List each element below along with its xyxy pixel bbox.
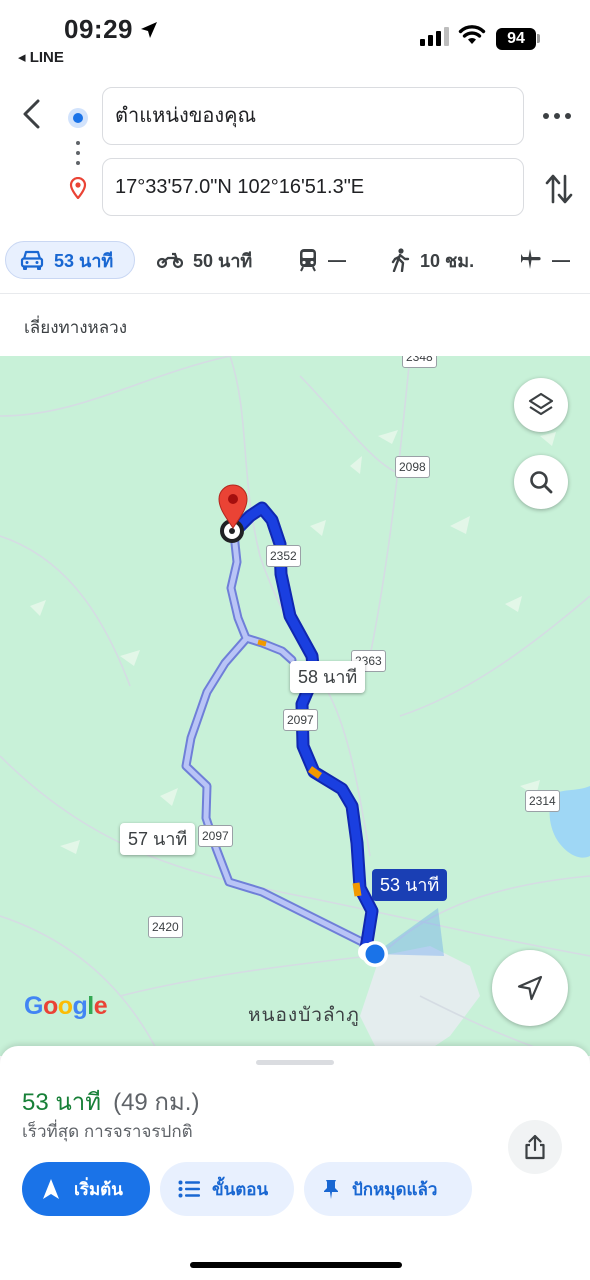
map-canvas — [0, 356, 590, 1056]
map-view[interactable]: 2348 2098 2352 2363 2097 2314 2097 2420 … — [0, 356, 590, 1056]
route-distance: (49 กม.) — [113, 1089, 200, 1116]
search-icon — [530, 471, 553, 494]
flight-icon — [521, 249, 541, 269]
tab-flight-label: — — [552, 249, 570, 270]
tab-motorcycle-label: 50 นาที — [193, 250, 253, 271]
more-options-button[interactable] — [540, 104, 574, 128]
layers-icon — [528, 392, 554, 416]
location-arrow-icon — [141, 22, 157, 38]
tab-drive[interactable]: 53 นาที — [5, 241, 135, 279]
start-label: เริ่มต้น — [74, 1179, 123, 1199]
origin-input[interactable]: ตำแหน่งของคุณ — [102, 87, 524, 145]
transit-icon — [300, 249, 316, 272]
pin-icon — [324, 1180, 338, 1199]
walk-icon — [391, 248, 410, 272]
road-shield: 2097 — [198, 825, 233, 847]
tab-walk-label: 10 ชม. — [420, 250, 475, 271]
road-shield: 2097 — [283, 709, 318, 731]
start-navigation-button[interactable]: เริ่มต้น — [22, 1162, 150, 1216]
road-shield: 2352 — [266, 545, 301, 567]
google-logo: Google — [24, 992, 108, 1020]
back-to-app-link[interactable]: ◂ LINE — [18, 48, 64, 66]
tab-transit[interactable]: — — [298, 241, 346, 279]
battery-indicator: 94 — [496, 28, 536, 50]
alt-route-label[interactable]: 58 นาที — [290, 661, 366, 693]
share-button[interactable] — [508, 1120, 562, 1174]
battery-tip — [537, 34, 540, 43]
swap-endpoints-button[interactable] — [544, 172, 574, 206]
route-dots-icon — [75, 141, 81, 165]
road-shield: 2348 — [402, 356, 437, 368]
road-shield: 2314 — [525, 790, 560, 812]
avoid-highways-label: เลี่ยงทางหลวง — [24, 318, 128, 337]
navigation-arrow-icon — [43, 1179, 59, 1199]
layers-button[interactable] — [514, 378, 568, 432]
road-shield: 2420 — [148, 916, 183, 938]
cellular-signal-icon — [420, 27, 449, 46]
town-label: หนองบัวลำภู — [248, 1005, 360, 1026]
tab-motorcycle[interactable]: 50 นาที — [157, 241, 252, 279]
tab-walk[interactable]: 10 ชม. — [390, 241, 474, 279]
clock: 09:29 — [64, 14, 133, 44]
road-shield: 2098 — [395, 456, 430, 478]
navigation-arrow-icon — [517, 975, 543, 1001]
navigation-mode-button[interactable] — [492, 950, 568, 1026]
tab-drive-label: 53 นาที — [54, 250, 114, 271]
route-summary-sheet: 53 นาที (49 กม.) เร็วที่สุด การจราจรปกติ… — [0, 1046, 590, 1280]
search-along-route-button[interactable] — [514, 455, 568, 509]
pinned-label: ปักหมุดแล้ว — [352, 1179, 438, 1199]
route-eta: 53 นาที (49 กม.) — [22, 1082, 199, 1121]
destination-input[interactable]: 17°33'57.0"N 102°16'51.3"E — [102, 158, 524, 216]
travel-mode-tabs: 53 นาที 50 นาที — 10 ชม. — — [0, 236, 590, 286]
route-subtitle: เร็วที่สุด การจราจรปกติ — [22, 1122, 193, 1141]
route-duration: 53 นาที — [22, 1089, 102, 1116]
swap-vertical-icon — [545, 174, 573, 204]
chevron-left-icon — [23, 99, 40, 129]
steps-button[interactable]: ขั้นตอน — [160, 1162, 294, 1216]
home-indicator — [190, 1262, 402, 1268]
list-icon — [178, 1180, 200, 1198]
origin-dot-icon — [68, 108, 88, 128]
tab-flight[interactable]: — — [518, 241, 570, 279]
car-icon — [20, 250, 44, 270]
more-horizontal-icon — [543, 113, 571, 119]
selected-route-label[interactable]: 53 นาที — [372, 869, 448, 901]
status-bar: 09:29 ◂ LINE 94 — [0, 0, 590, 76]
tab-transit-label: — — [328, 249, 346, 270]
share-icon — [525, 1134, 545, 1160]
destination-pin-icon — [69, 177, 87, 199]
back-button[interactable] — [16, 96, 48, 132]
route-options-bar[interactable]: เลี่ยงทางหลวง — [0, 293, 590, 355]
wifi-icon — [458, 25, 486, 44]
pinned-button[interactable]: ปักหมุดแล้ว — [304, 1162, 472, 1216]
motorcycle-icon — [157, 252, 183, 269]
alt-route-label[interactable]: 57 นาที — [120, 823, 196, 855]
steps-label: ขั้นตอน — [212, 1179, 269, 1199]
sheet-drag-handle[interactable] — [256, 1060, 334, 1065]
